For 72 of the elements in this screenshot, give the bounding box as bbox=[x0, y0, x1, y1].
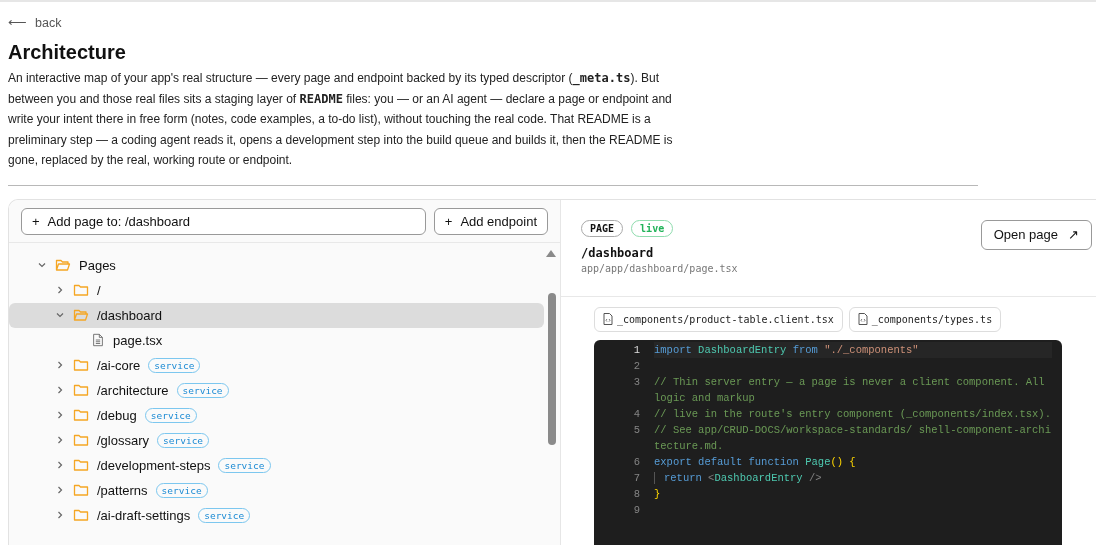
line-number: 7 bbox=[632, 470, 641, 486]
code-line: // live in the route's entry component (_components/index.tsx). bbox=[654, 406, 1052, 422]
tree-label: /ai-draft-settings bbox=[97, 507, 191, 523]
tree-row[interactable]: /glossary service bbox=[9, 427, 544, 453]
tree-label: page.tsx bbox=[113, 332, 163, 348]
tree-row[interactable]: /patterns service bbox=[9, 477, 544, 503]
chevron-icon[interactable] bbox=[37, 260, 47, 270]
tree-label: /dashboard bbox=[97, 307, 163, 323]
tree-row[interactable]: Pages bbox=[9, 252, 544, 278]
tree-row[interactable]: / bbox=[9, 277, 544, 303]
scrollbar-thumb[interactable] bbox=[548, 292, 556, 445]
add-page-button[interactable]: + Add page to: /dashboard bbox=[21, 207, 426, 235]
code-line: export default function Page() { bbox=[654, 454, 857, 470]
chevron-icon[interactable] bbox=[55, 310, 65, 320]
line-number: 2 bbox=[632, 358, 641, 374]
folder-icon bbox=[73, 407, 89, 423]
file-path: app/app/dashboard/page.tsx bbox=[581, 262, 738, 274]
code-line: // See app/CRUD-DOCS/workspace-standards/ shell-component-architecture.md. bbox=[654, 422, 1052, 454]
tree-row[interactable]: /debug service bbox=[9, 402, 544, 428]
line-number: 3 bbox=[632, 374, 641, 390]
scroll-up-icon[interactable] bbox=[546, 248, 556, 257]
tree-label: /ai-core bbox=[97, 357, 141, 373]
line-number: 1 bbox=[632, 342, 641, 358]
chevron-icon[interactable] bbox=[55, 460, 65, 470]
back-link[interactable]: ⟵ back bbox=[8, 15, 62, 30]
file-chip[interactable]: _components/product-table.client.tsx bbox=[594, 306, 843, 332]
folder-icon bbox=[73, 457, 89, 473]
tree-label: /architecture bbox=[97, 382, 169, 398]
folder-icon bbox=[73, 282, 89, 298]
add-endpoint-button[interactable]: + Add endpoint bbox=[433, 207, 548, 235]
tree-label: /glossary bbox=[97, 432, 150, 448]
route-title: /dashboard bbox=[581, 245, 655, 260]
folder-icon bbox=[73, 432, 89, 448]
folder-icon bbox=[73, 382, 89, 398]
line-number: 5 bbox=[632, 422, 641, 438]
chevron-icon[interactable] bbox=[55, 510, 65, 520]
chevron-icon[interactable] bbox=[55, 435, 65, 445]
file-icon bbox=[91, 332, 105, 348]
description: An interactive map of your app's real structure — every page and endpoint backed by its typed descriptor (_meta.ts). But between you and those real files sits a staging layer of README files: you — or an AI agent — declare a page or endpoint and write your intent there in free form (notes, code examples, a to-do list), without touching the real code. That README is a preliminary step — a coding agent reads it, opens a development step into the build queue and builds it, then the README is gone, replaced by the real, working route or endpoint. bbox=[8, 70, 674, 169]
chevron-icon[interactable] bbox=[55, 410, 65, 420]
code-line: return <DashboardEntry /> bbox=[654, 469, 1052, 486]
tree-label: /patterns bbox=[97, 482, 148, 498]
tree-label: /development-steps bbox=[97, 457, 211, 473]
folder-icon bbox=[73, 482, 89, 498]
tree-row[interactable]: page.tsx bbox=[9, 327, 544, 353]
tree-label: /debug bbox=[97, 407, 137, 423]
line-number: 4 bbox=[632, 406, 641, 422]
folder-icon bbox=[73, 357, 89, 373]
line-number: 6 bbox=[632, 454, 641, 470]
line-number: 8 bbox=[632, 486, 641, 502]
code-line: // Thin server entry — a page is never a client component. All logic and markup bbox=[654, 374, 1046, 406]
tree-row[interactable]: /dashboard bbox=[9, 302, 544, 328]
code-line: } bbox=[654, 486, 662, 502]
tree-row[interactable]: /ai-core service bbox=[9, 352, 544, 378]
tree-label: Pages bbox=[79, 257, 116, 273]
open-folder-icon bbox=[73, 307, 89, 323]
code-file-icon bbox=[857, 313, 868, 325]
tree-row[interactable]: /development-steps service bbox=[9, 452, 544, 478]
folder-icon bbox=[73, 507, 89, 523]
chevron-icon[interactable] bbox=[55, 385, 65, 395]
code-file-icon bbox=[603, 313, 613, 325]
page-title: Architecture bbox=[8, 41, 127, 64]
open-folder-icon bbox=[55, 257, 71, 273]
tree-row[interactable]: /ai-draft-settings service bbox=[9, 502, 544, 528]
chevron-icon[interactable] bbox=[55, 360, 65, 370]
file-chip[interactable]: _components/types.ts bbox=[848, 306, 1002, 332]
open-page-button[interactable]: Open page ↗ bbox=[980, 219, 1092, 250]
chevron-icon[interactable] bbox=[55, 485, 65, 495]
tree-row[interactable]: /architecture service bbox=[9, 377, 544, 403]
chevron-icon[interactable] bbox=[55, 285, 65, 295]
line-number: 9 bbox=[632, 502, 641, 518]
tree-label: / bbox=[97, 282, 101, 298]
